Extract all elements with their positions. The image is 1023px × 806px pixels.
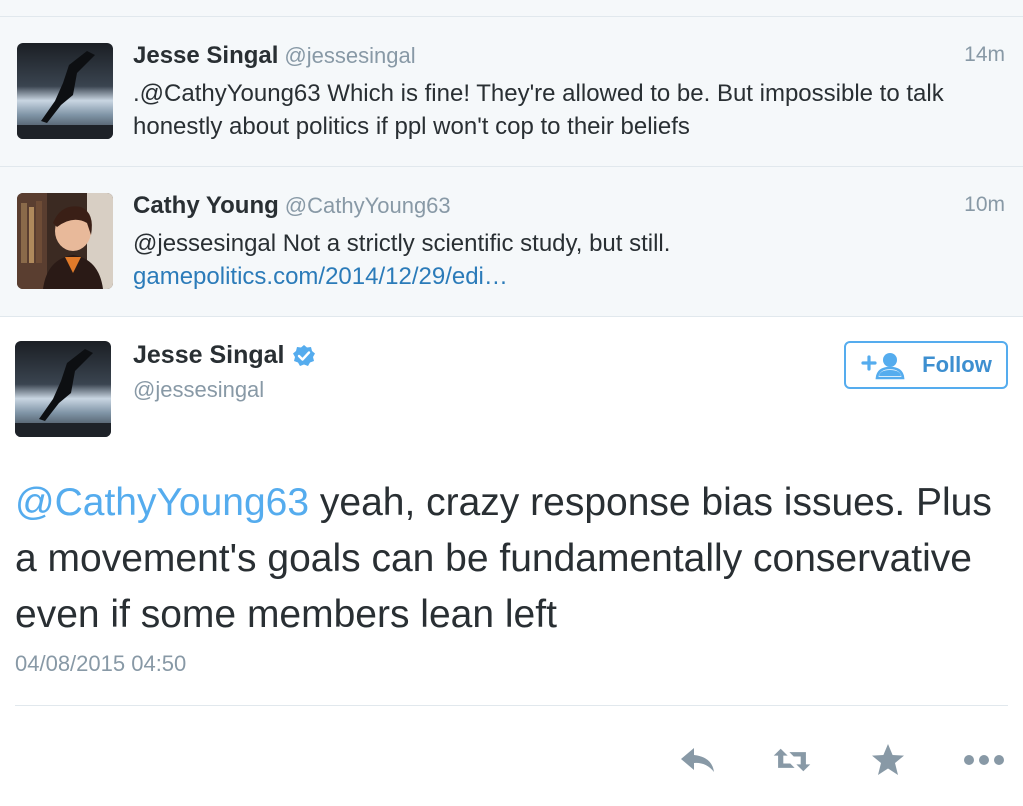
more-button[interactable]: [962, 742, 1006, 778]
avatar[interactable]: [15, 341, 111, 437]
main-tweet-text: @CathyYoung63 yeah, crazy response bias …: [15, 475, 1005, 643]
tweet-time: 10m: [964, 193, 1005, 216]
tweet-link[interactable]: gamepolitics.com/2014/12/29/edi…: [133, 263, 508, 290]
author-handle[interactable]: @jessesingal: [284, 43, 415, 68]
avatar[interactable]: [17, 193, 113, 289]
author-handle[interactable]: @jessesingal: [133, 377, 264, 403]
conversation-tweet[interactable]: Cathy Young @CathyYoung63 10m @jessesinga…: [0, 167, 1023, 317]
top-strip: [0, 0, 1023, 17]
mention-link[interactable]: @CathyYoung63: [15, 481, 309, 524]
follow-label: Follow: [922, 352, 992, 377]
favorite-button[interactable]: [868, 742, 908, 778]
author-handle[interactable]: @CathyYoung63: [285, 193, 451, 218]
author-name[interactable]: Cathy Young: [133, 192, 279, 219]
author-name[interactable]: Jesse Singal: [133, 341, 284, 370]
tweet-text-body: @jessesingal Not a strictly scientific s…: [133, 230, 671, 257]
retweet-button[interactable]: [772, 742, 812, 778]
tweet-timestamp: 04/08/2015 04:50: [15, 651, 187, 676]
conversation-tweet[interactable]: Jesse Singal @jessesingal 14m .@CathyYoun…: [0, 17, 1023, 167]
tweet-text-body: .@CathyYoung63 Which is fine! They're al…: [133, 80, 944, 140]
divider: [15, 705, 1008, 706]
follow-button[interactable]: Follow: [844, 341, 1008, 389]
tweet-text: .@CathyYoung63 Which is fine! They're al…: [133, 77, 993, 143]
reply-button[interactable]: [678, 742, 718, 778]
favorite-icon: [872, 744, 904, 775]
add-user-icon: [861, 353, 905, 380]
verified-badge-icon: [293, 344, 316, 366]
more-icon: [964, 755, 1004, 765]
tweet-text: @jessesingal Not a strictly scientific s…: [133, 227, 993, 293]
reply-icon: [681, 748, 714, 772]
tweet-actions: [0, 742, 1023, 782]
retweet-icon: [773, 748, 811, 772]
tweet-time: 14m: [964, 43, 1005, 66]
main-tweet: Jesse Singal @jessesingal Follow @CathyY…: [0, 317, 1023, 802]
author-name[interactable]: Jesse Singal: [133, 42, 278, 69]
avatar[interactable]: [17, 43, 113, 139]
